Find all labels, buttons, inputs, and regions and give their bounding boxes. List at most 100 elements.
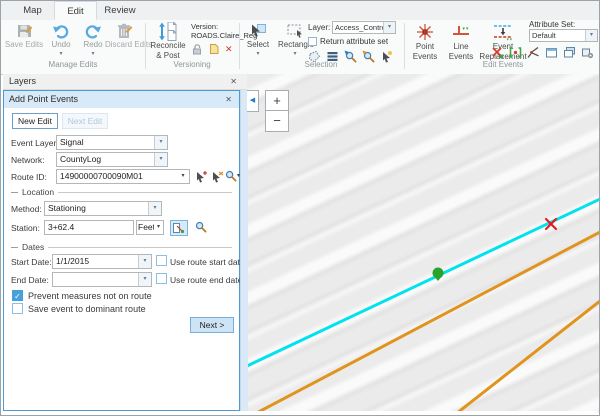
network-value: CountyLog bbox=[57, 153, 154, 166]
dominant-route-checkbox[interactable] bbox=[12, 303, 23, 314]
group-label-manage-edits: Manage Edits bbox=[3, 60, 143, 69]
event-attributes-window-icon[interactable] bbox=[545, 46, 558, 59]
station-input[interactable]: 3+62.4 bbox=[44, 220, 134, 235]
version-lock-icon[interactable] bbox=[191, 43, 203, 55]
start-date-label: Start Date: bbox=[11, 257, 52, 267]
layer-select[interactable]: Access_Control ▾ bbox=[332, 21, 396, 34]
tab-edit[interactable]: Edit bbox=[54, 1, 97, 20]
next-edit-button[interactable]: Next Edit bbox=[62, 113, 108, 129]
point-events-button[interactable]: Point Events bbox=[408, 22, 442, 61]
group-label-edit-events: Edit Events bbox=[407, 60, 599, 69]
split-event-icon[interactable] bbox=[527, 46, 540, 59]
close-icon[interactable]: ✕ bbox=[230, 77, 237, 87]
save-edits-label: Save Edits bbox=[4, 41, 44, 50]
save-edits-button[interactable]: Save Edits bbox=[4, 22, 44, 50]
chevron-down-icon[interactable]: ▾ bbox=[154, 221, 163, 234]
undo-dropdown-caret-icon[interactable]: ▾ bbox=[46, 51, 76, 57]
use-route-end-label: Use route end date bbox=[170, 275, 242, 285]
panel-splitter[interactable] bbox=[240, 90, 248, 413]
pick-station-on-map-button[interactable] bbox=[170, 220, 188, 236]
chevron-down-icon[interactable]: ▾ bbox=[177, 170, 189, 183]
chevron-down-icon[interactable]: ▾ bbox=[383, 22, 395, 33]
return-attribute-set-checkbox[interactable] bbox=[308, 37, 317, 46]
select-dropdown-caret-icon[interactable]: ▾ bbox=[242, 51, 274, 57]
discard-edits-label: Discard Edits bbox=[105, 41, 143, 50]
redo-label: Redo bbox=[78, 41, 108, 50]
close-icon[interactable]: ✕ bbox=[225, 95, 232, 105]
method-select[interactable]: Stationing ▾ bbox=[44, 201, 162, 216]
chevron-down-icon[interactable]: ▾ bbox=[138, 255, 151, 268]
layers-panel-title: Layers bbox=[9, 76, 36, 86]
tab-review[interactable]: Review bbox=[97, 1, 143, 20]
road-event-lines[interactable] bbox=[249, 232, 600, 413]
panel-collapse-tab[interactable]: ◀ bbox=[247, 90, 259, 112]
event-options-icon[interactable] bbox=[581, 46, 594, 59]
select-route-on-map-icon[interactable] bbox=[194, 170, 208, 184]
delete-event-icon[interactable] bbox=[491, 46, 504, 59]
route-id-label: Route ID: bbox=[11, 172, 47, 182]
method-value: Stationing bbox=[45, 202, 148, 215]
map-zoom-control: + − bbox=[265, 90, 289, 132]
layer-label: Layer: bbox=[308, 23, 330, 32]
zoom-in-button[interactable]: + bbox=[265, 90, 289, 111]
redo-button[interactable]: Redo ▾ bbox=[78, 22, 108, 57]
attribute-set-select[interactable]: Default ▾ bbox=[529, 29, 598, 42]
use-route-start-checkbox[interactable] bbox=[156, 255, 167, 266]
new-edit-button[interactable]: New Edit bbox=[12, 113, 58, 129]
chevron-down-icon[interactable]: ▾ bbox=[138, 273, 151, 286]
network-select[interactable]: CountyLog ▾ bbox=[56, 152, 168, 167]
chevron-down-icon[interactable]: ▾ bbox=[585, 30, 597, 41]
rectangle-dropdown-caret-icon[interactable]: ▾ bbox=[278, 51, 312, 57]
copy-events-icon[interactable] bbox=[563, 46, 576, 59]
undo-button[interactable]: Undo ▾ bbox=[46, 22, 76, 57]
discard-edits-button[interactable]: Discard Edits bbox=[105, 22, 143, 50]
tab-map[interactable]: Map bbox=[11, 1, 54, 20]
checkmark-icon: ✓ bbox=[14, 292, 21, 301]
add-point-events-panel: Add Point Events ✕ New Edit Next Edit Ev… bbox=[3, 90, 240, 411]
chevron-down-icon[interactable]: ▾ bbox=[154, 153, 167, 166]
station-unit-value: Feet bbox=[137, 221, 154, 234]
chevron-down-icon[interactable]: ▾ bbox=[154, 136, 167, 149]
section-dates: Dates bbox=[11, 242, 232, 252]
event-replacement-icon bbox=[492, 22, 514, 42]
map-canvas[interactable] bbox=[247, 74, 600, 413]
ribbon: Save Edits Undo ▾ Redo ▾ bbox=[1, 20, 599, 75]
layers-panel-header[interactable]: Layers ✕ bbox=[3, 74, 247, 90]
redo-dropdown-caret-icon[interactable]: ▾ bbox=[78, 51, 108, 57]
start-date-input[interactable]: 1/1/2015 ▾ bbox=[52, 254, 152, 269]
chevron-down-icon[interactable]: ▾ bbox=[148, 202, 161, 215]
reconcile-sync-icon bbox=[158, 22, 178, 41]
reconcile-post-button[interactable]: Reconcile & Post bbox=[148, 22, 188, 60]
point-events-icon bbox=[415, 22, 435, 42]
next-button[interactable]: Next > bbox=[190, 317, 234, 333]
end-date-label: End Date: bbox=[11, 275, 49, 285]
event-layer-label: Event Layer: bbox=[11, 138, 59, 148]
prevent-measures-checkbox[interactable]: ✓ bbox=[12, 290, 23, 301]
bottom-strip bbox=[3, 411, 598, 415]
panel-header[interactable]: Add Point Events ✕ bbox=[4, 91, 239, 108]
route-id-combobox[interactable]: 14900000700090M01 ▾ bbox=[56, 169, 190, 184]
zoom-to-station-icon[interactable] bbox=[195, 221, 207, 233]
event-layer-select[interactable]: Signal ▾ bbox=[56, 135, 168, 150]
rectangle-select-button[interactable]: Rectangle ▾ bbox=[278, 22, 312, 57]
use-route-end-checkbox[interactable] bbox=[156, 273, 167, 284]
line-events-icon bbox=[451, 22, 471, 42]
station-unit-select[interactable]: Feet ▾ bbox=[136, 220, 164, 235]
section-location: Location bbox=[11, 187, 232, 197]
method-label: Method: bbox=[11, 204, 42, 214]
line-events-label-line1: Line bbox=[445, 43, 477, 52]
new-version-icon[interactable] bbox=[208, 43, 220, 55]
zoom-out-button[interactable]: − bbox=[265, 111, 289, 132]
select-route-alt-icon[interactable] bbox=[210, 170, 224, 184]
end-date-input[interactable]: ▾ bbox=[52, 272, 152, 287]
use-route-start-label: Use route start date bbox=[170, 257, 245, 267]
delete-version-icon[interactable]: ✕ bbox=[225, 44, 233, 55]
line-events-button[interactable]: Line Events bbox=[445, 22, 477, 61]
zoom-to-route-icon[interactable] bbox=[225, 170, 237, 182]
reconcile-label-line1: Reconcile bbox=[148, 42, 188, 51]
measure-range-icon[interactable] bbox=[509, 46, 522, 59]
ribbon-tab-strip: Map Edit Review bbox=[1, 1, 599, 21]
location-section-label: Location bbox=[22, 187, 54, 197]
select-button[interactable]: Select ▾ bbox=[242, 22, 274, 57]
undo-label: Undo bbox=[46, 41, 76, 50]
